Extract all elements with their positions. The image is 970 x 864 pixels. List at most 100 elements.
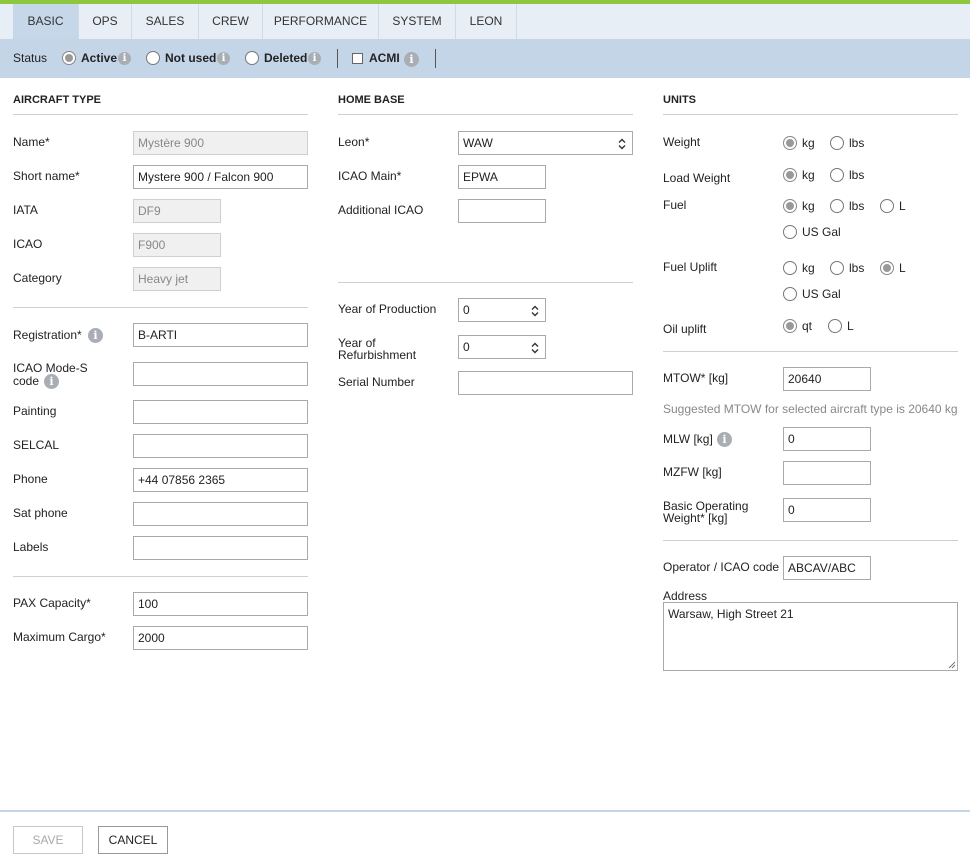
spinner-arrows-icon[interactable] [531, 305, 539, 317]
oil-uplift-qt-label: qt [802, 319, 813, 333]
load-weight-lbs-label: lbs [849, 168, 865, 182]
tab-leon[interactable]: LEON [456, 4, 517, 39]
load-weight-kg-radio[interactable] [783, 168, 797, 182]
spinner-arrows-icon[interactable] [531, 342, 539, 354]
fuel-uplift-l-radio[interactable] [880, 261, 894, 275]
fuel-label: Fuel [663, 198, 687, 212]
aircraft-type-title: AIRCRAFT TYPE [13, 94, 101, 106]
icao-label: ICAO [13, 237, 43, 251]
status-active-radio[interactable] [62, 51, 76, 65]
max-cargo-label: Maximum Cargo* [13, 630, 106, 644]
save-button[interactable]: SAVE [13, 826, 83, 854]
painting-label: Painting [13, 404, 57, 418]
address-value: Warsaw, High Street 21 [668, 607, 794, 621]
short-name-field[interactable]: Mystere 900 / Falcon 900 [133, 165, 308, 189]
address-textarea[interactable]: Warsaw, High Street 21 [663, 602, 958, 671]
pax-capacity-field[interactable]: 100 [133, 592, 308, 616]
sat-phone-field[interactable] [133, 502, 308, 526]
fuel-uplift-usgal-label: US Gal [802, 287, 841, 301]
year-refurbishment-label-2: Refurbishment [338, 348, 417, 362]
weight-kg-radio[interactable] [783, 136, 797, 150]
status-label: Status [13, 51, 48, 65]
fuel-uplift-l-label: L [899, 261, 906, 275]
fuel-uplift-lbs-label: lbs [849, 261, 865, 275]
section-divider [663, 540, 958, 541]
acmi-checkbox[interactable] [352, 53, 363, 64]
status-deleted-radio[interactable] [245, 51, 259, 65]
status-active-label: Active [81, 51, 118, 65]
section-divider [663, 351, 958, 352]
tab-ops[interactable]: OPS [79, 4, 132, 39]
tab-basic[interactable]: BASIC [13, 4, 79, 39]
registration-field[interactable]: B-ARTI [133, 323, 308, 347]
serial-number-field[interactable] [458, 371, 633, 395]
max-cargo-field[interactable]: 2000 [133, 626, 308, 650]
weight-lbs-radio[interactable] [830, 136, 844, 150]
oil-uplift-qt-radio[interactable] [783, 319, 797, 333]
fuel-uplift-lbs-radio[interactable] [830, 261, 844, 275]
fuel-lbs-radio[interactable] [830, 199, 844, 213]
resize-grip-icon[interactable] [948, 661, 956, 669]
icao-field: F900 [133, 233, 221, 257]
mlw-field[interactable]: 0 [783, 427, 871, 451]
operator-field[interactable]: ABCAV/ABC [783, 556, 871, 580]
sat-phone-label: Sat phone [13, 506, 68, 520]
bow-field[interactable]: 0 [783, 498, 871, 522]
acmi-label: ACMI [369, 51, 400, 65]
tab-sales[interactable]: SALES [132, 4, 199, 39]
pax-capacity-label: PAX Capacity* [13, 596, 91, 610]
status-not-used-radio[interactable] [146, 51, 160, 65]
section-divider [13, 307, 308, 308]
icao-mode-s-field[interactable] [133, 362, 308, 386]
info-icon: i [404, 52, 419, 67]
name-field: Mystère 900 [133, 131, 308, 155]
mtow-hint: Suggested MTOW for selected aircraft typ… [663, 402, 958, 416]
year-production-stepper[interactable]: 0 [458, 298, 546, 322]
section-divider [663, 114, 958, 115]
info-icon: i [44, 374, 59, 389]
leon-label: Leon* [338, 135, 370, 149]
year-refurbishment-stepper[interactable]: 0 [458, 335, 546, 359]
fuel-uplift-kg-label: kg [802, 261, 815, 275]
labels-field[interactable] [133, 536, 308, 560]
section-divider [338, 114, 633, 115]
iata-field: DF9 [133, 199, 221, 223]
mzfw-field[interactable] [783, 461, 871, 485]
additional-icao-label: Additional ICAO [338, 203, 424, 217]
registration-label: Registration* [13, 328, 82, 342]
bow-label-2: Weight* [kg] [663, 511, 728, 525]
year-production-label: Year of Production [338, 302, 437, 316]
tab-performance[interactable]: PERFORMANCE [263, 4, 379, 39]
info-icon: i [717, 432, 732, 447]
tab-crew[interactable]: CREW [199, 4, 263, 39]
painting-field[interactable] [133, 400, 308, 424]
tab-bar: BASIC OPS SALES CREW PERFORMANCE SYSTEM … [0, 4, 970, 39]
oil-uplift-l-radio[interactable] [828, 319, 842, 333]
tab-system[interactable]: SYSTEM [379, 4, 456, 39]
mtow-field[interactable]: 20640 [783, 367, 871, 391]
category-label: Category [13, 271, 62, 285]
leon-select-value: WAW [463, 136, 493, 150]
fuel-uplift-kg-radio[interactable] [783, 261, 797, 275]
load-weight-lbs-radio[interactable] [830, 168, 844, 182]
fuel-usgal-radio[interactable] [783, 225, 797, 239]
mtow-label: MTOW* [kg] [663, 371, 729, 385]
icao-main-field[interactable]: EPWA [458, 165, 546, 189]
fuel-kg-radio[interactable] [783, 199, 797, 213]
selcal-field[interactable] [133, 434, 308, 458]
load-weight-label: Load Weight [663, 171, 731, 185]
weight-label: Weight [663, 135, 701, 149]
cancel-button[interactable]: CANCEL [98, 826, 168, 854]
leon-select[interactable]: WAW [458, 131, 633, 155]
fuel-uplift-usgal-radio[interactable] [783, 287, 797, 301]
units-title: UNITS [663, 94, 696, 106]
fuel-l-radio[interactable] [880, 199, 894, 213]
load-weight-kg-label: kg [802, 168, 815, 182]
labels-label: Labels [13, 540, 49, 554]
section-divider [13, 576, 308, 577]
selcal-label: SELCAL [13, 438, 60, 452]
phone-field[interactable]: +44 07856 2365 [133, 468, 308, 492]
phone-label: Phone [13, 472, 48, 486]
weight-kg-label: kg [802, 136, 815, 150]
additional-icao-field[interactable] [458, 199, 546, 223]
